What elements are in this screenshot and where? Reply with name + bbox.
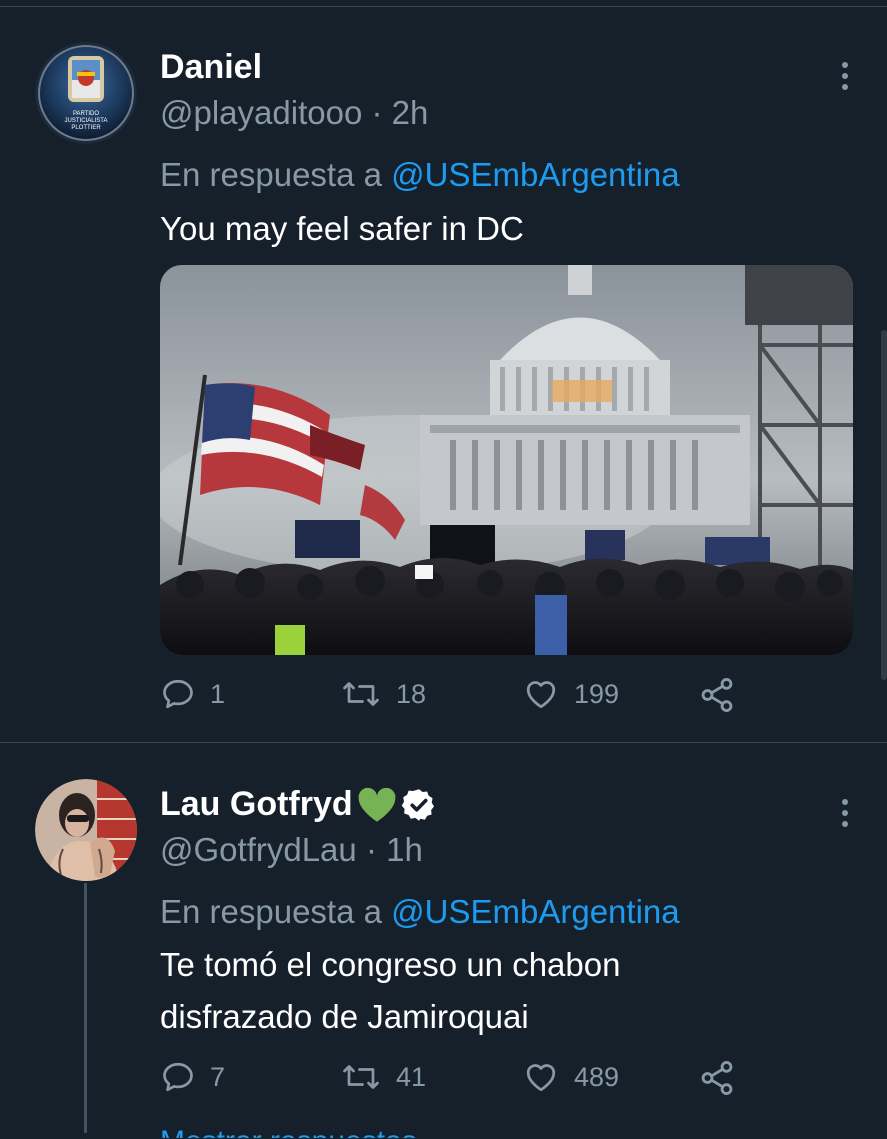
reply-button[interactable]: 1 <box>160 676 225 712</box>
comment-bubble-icon <box>163 679 193 709</box>
retweet-count: 18 <box>396 678 427 709</box>
reply-prefix: En respuesta a <box>160 156 382 193</box>
handle-row: @GotfrydLau · 1h <box>160 831 423 869</box>
like-button[interactable]: 199 <box>522 676 619 712</box>
retweet-button[interactable]: 41 <box>340 1059 426 1095</box>
handle-row: @playaditooo · 2h <box>160 94 428 132</box>
share-button[interactable] <box>698 676 736 714</box>
author-handle[interactable]: @GotfrydLau <box>160 831 357 868</box>
like-count: 199 <box>574 678 620 709</box>
retweet-arrows-icon <box>343 682 379 706</box>
retweet-button[interactable]: 18 <box>340 676 426 712</box>
share-button[interactable] <box>698 1059 736 1097</box>
tweet-time[interactable]: 2h <box>392 94 429 131</box>
reply-count: 1 <box>210 678 226 709</box>
tweet-time[interactable]: 1h <box>386 831 423 868</box>
tweet-text-line: disfrazado de Jamiroquai <box>160 998 529 1035</box>
green-heart-emoji-icon <box>358 787 396 822</box>
like-button[interactable]: 489 <box>522 1059 619 1095</box>
svg-text:JUSTICIALISTA: JUSTICIALISTA <box>65 118 108 124</box>
reply-context: En respuesta a @USEmbArgentina <box>160 156 680 194</box>
like-count: 489 <box>574 1061 620 1092</box>
author-handle[interactable]: @playaditooo <box>160 94 362 131</box>
avatar-daniel[interactable]: PARTIDO JUSTICIALISTA PLOTTIER <box>35 42 137 144</box>
retweet-arrows-icon <box>343 1065 379 1089</box>
author-row[interactable]: Lau Gotfryd <box>160 785 437 824</box>
svg-text:PARTIDO: PARTIDO <box>73 111 99 117</box>
tweet-image[interactable] <box>160 265 853 655</box>
avatar-lau[interactable] <box>35 779 137 881</box>
tweet-actions: 1 18 199 <box>160 676 860 720</box>
more-options-button[interactable] <box>828 793 862 833</box>
heart-outline-icon <box>526 681 556 709</box>
retweet-count: 41 <box>396 1061 427 1092</box>
show-replies-link[interactable]: Mostrar respuestas <box>160 1125 417 1138</box>
comment-bubble-icon <box>163 1062 193 1092</box>
reply-button[interactable]: 7 <box>160 1059 225 1095</box>
tweet-actions: 7 41 489 <box>160 1059 860 1103</box>
tweet-text: You may feel safer in DC <box>160 210 524 247</box>
tweet-text: Te tomó el congreso un chabon disfrazado… <box>160 939 850 1043</box>
svg-text:PLOTTIER: PLOTTIER <box>71 125 101 131</box>
tweet-lau-gotfryd[interactable]: Lau Gotfryd @GotfrydLau · 1h En respuest… <box>0 742 887 1139</box>
tweet-daniel[interactable]: PARTIDO JUSTICIALISTA PLOTTIER Daniel @p… <box>0 0 887 742</box>
time-separator: · <box>371 94 383 131</box>
time-separator: · <box>365 831 377 868</box>
vertical-ellipsis-icon <box>842 799 848 805</box>
reply-context: En respuesta a @USEmbArgentina <box>160 893 680 931</box>
reply-mention-link[interactable]: @USEmbArgentina <box>391 893 679 930</box>
thread-connector-line <box>84 883 87 1133</box>
author-name[interactable]: Daniel <box>160 48 262 87</box>
verified-badge-icon[interactable] <box>401 787 437 823</box>
share-nodes-icon <box>701 1061 733 1095</box>
reply-prefix: En respuesta a <box>160 893 382 930</box>
heart-outline-icon <box>526 1064 556 1092</box>
vertical-ellipsis-icon <box>842 62 848 68</box>
scrollbar[interactable] <box>881 330 887 680</box>
author-row[interactable]: Daniel <box>160 48 262 87</box>
more-options-button[interactable] <box>828 56 862 96</box>
reply-count: 7 <box>210 1061 226 1092</box>
author-name[interactable]: Lau Gotfryd <box>160 785 353 824</box>
share-nodes-icon <box>701 678 733 712</box>
reply-mention-link[interactable]: @USEmbArgentina <box>391 156 679 193</box>
tweet-text-line: Te tomó el congreso un chabon <box>160 946 621 983</box>
